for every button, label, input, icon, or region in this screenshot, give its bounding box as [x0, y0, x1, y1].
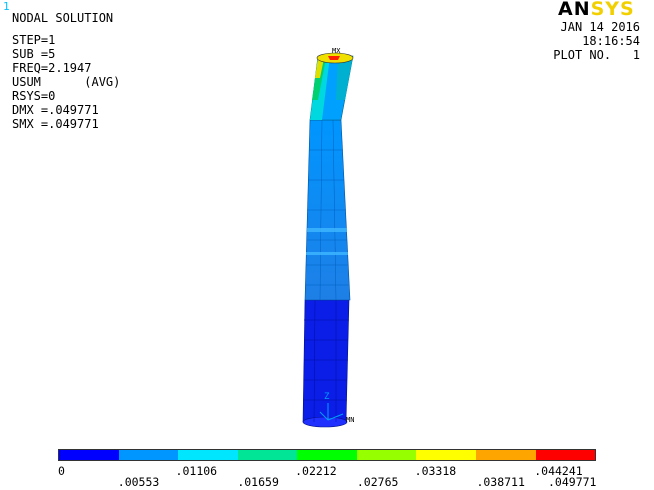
z-axis-label: Z — [324, 392, 330, 402]
legend-label-top-3: .03318 — [414, 464, 457, 478]
legend-band-1 — [118, 450, 179, 460]
legend-label-bottom-1: .01659 — [237, 475, 279, 489]
min-marker: MN — [346, 416, 354, 424]
legend-band-7 — [475, 450, 536, 460]
legend-label-top-1: .01106 — [175, 464, 218, 478]
legend-label-bottom-4: .049771 — [548, 475, 597, 489]
legend-band-2 — [178, 450, 238, 460]
column-bottom-face — [302, 416, 348, 428]
mesh-band — [307, 228, 347, 232]
legend-band-5 — [356, 450, 417, 460]
top-red-spot — [328, 56, 340, 60]
legend-label-bottom-2: .02765 — [356, 475, 399, 489]
model-view[interactable]: MX Z MN — [0, 0, 654, 445]
mesh-band — [306, 252, 348, 255]
max-marker: MX — [332, 47, 341, 55]
legend-band-8 — [535, 450, 596, 460]
contour-legend-bar — [58, 449, 596, 461]
legend-label-top-0: 0 — [58, 464, 65, 478]
legend-label-top-2: .02212 — [295, 464, 337, 478]
legend-band-6 — [416, 450, 476, 460]
legend-label-bottom-3: .038711 — [476, 475, 525, 489]
column-base-section — [302, 299, 350, 423]
legend-band-0 — [59, 450, 119, 460]
legend-label-bottom-0: .00553 — [117, 475, 160, 489]
legend-band-3 — [237, 450, 298, 460]
legend-band-4 — [297, 450, 357, 460]
ansys-graphics-window[interactable]: 1 NODAL SOLUTION STEP=1 SUB =5 FREQ=2.19… — [0, 0, 654, 490]
